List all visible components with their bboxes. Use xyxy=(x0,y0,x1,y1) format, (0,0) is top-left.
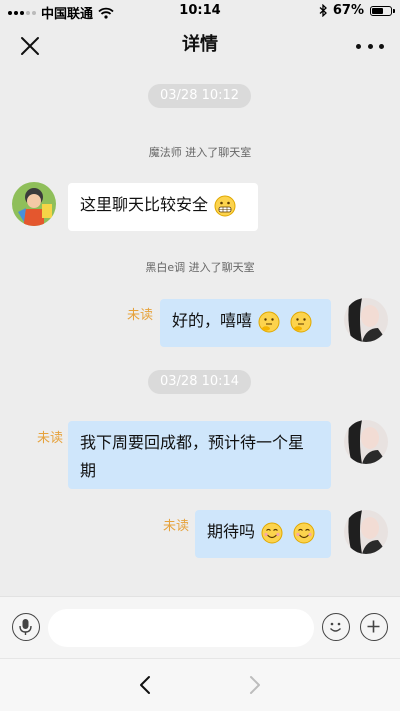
message-bubble-incoming[interactable]: 这里聊天比较安全 xyxy=(68,183,258,231)
message-text: 期待吗 xyxy=(207,522,256,541)
back-chevron-icon[interactable] xyxy=(134,673,158,697)
thinking-face-emoji-icon xyxy=(258,311,280,332)
my-avatar[interactable] xyxy=(344,298,388,342)
chat-area[interactable]: 03/28 10:12 魔法师 进入了聊天室 这里聊天比较安全 黑白e调 进入了… xyxy=(0,68,400,596)
thinking-face-emoji-icon xyxy=(290,311,312,332)
unread-label: 未读 xyxy=(37,431,64,446)
message-bubble-outgoing[interactable]: 我下周要回成都，预计待一个星期 xyxy=(68,421,331,489)
my-avatar[interactable] xyxy=(344,420,388,464)
battery-percent: 67% xyxy=(332,3,364,18)
system-message-action: 进入了聊天室 xyxy=(185,146,252,159)
plus-icon[interactable] xyxy=(360,613,388,641)
system-message-user: 魔法师 xyxy=(148,146,182,159)
system-message: 魔法师 进入了聊天室 xyxy=(0,144,400,160)
unread-label: 未读 xyxy=(127,308,154,323)
message-bubble-outgoing[interactable]: 期待吗 xyxy=(195,510,331,558)
status-bar: 中国联通 10:14 67% xyxy=(0,0,400,22)
message-composer xyxy=(0,596,400,658)
forward-chevron-icon xyxy=(250,676,260,694)
more-options-icon[interactable] xyxy=(356,34,384,58)
close-icon[interactable] xyxy=(18,34,42,58)
message-input[interactable] xyxy=(48,609,314,647)
unread-label: 未读 xyxy=(163,519,190,534)
battery-icon xyxy=(370,5,395,16)
sender-avatar[interactable] xyxy=(12,182,56,226)
timestamp-pill: 03/28 10:14 xyxy=(148,370,252,394)
message-text: 这里聊天比较安全 xyxy=(80,195,209,214)
bluetooth-icon xyxy=(319,4,327,17)
smiling-face-emoji-icon xyxy=(261,522,283,543)
smiling-face-emoji-icon xyxy=(293,522,315,543)
system-message-action: 进入了聊天室 xyxy=(188,261,255,274)
message-bubble-outgoing[interactable]: 好的，嘻嘻 xyxy=(160,299,331,347)
grinning-face-emoji-icon xyxy=(214,195,236,216)
my-avatar[interactable] xyxy=(344,510,388,554)
system-message-user: 黑白e调 xyxy=(145,261,186,274)
system-message: 黑白e调 进入了聊天室 xyxy=(0,259,400,275)
microphone-icon[interactable] xyxy=(12,613,40,641)
browser-toolbar xyxy=(0,658,400,711)
message-text: 好的，嘻嘻 xyxy=(172,311,253,330)
nav-bar: 详情 xyxy=(0,22,400,68)
message-text: 我下周要回成都，预计待一个星期 xyxy=(80,433,305,480)
page-title: 详情 xyxy=(182,34,218,55)
emoji-icon[interactable] xyxy=(322,613,350,641)
timestamp-pill: 03/28 10:12 xyxy=(148,84,252,108)
